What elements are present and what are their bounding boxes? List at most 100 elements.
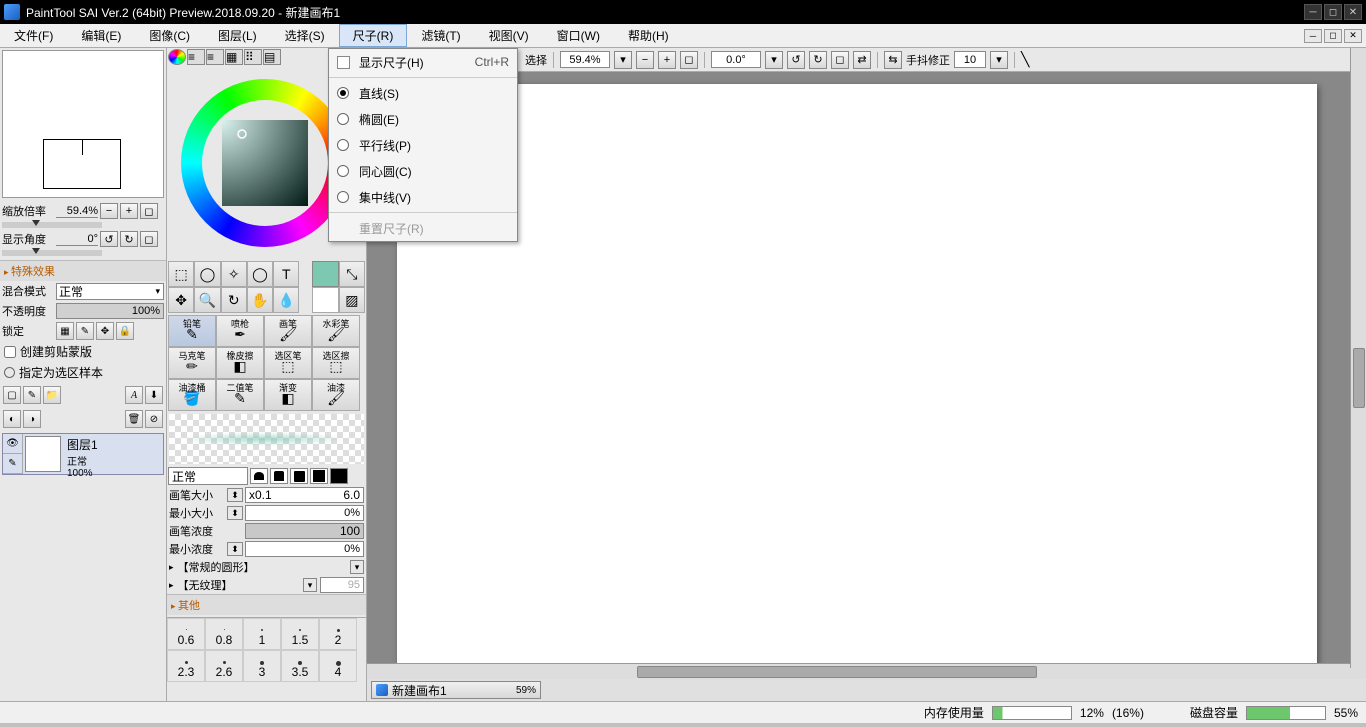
- layer-item[interactable]: 👁 ✎ 图层1 正常 100%: [2, 433, 164, 475]
- canvas[interactable]: [397, 84, 1317, 663]
- brush-paint[interactable]: 油漆🖌: [312, 379, 360, 411]
- transform-button[interactable]: A: [125, 386, 143, 404]
- lock-pixels-button[interactable]: ▦: [56, 322, 74, 340]
- brush-watercolor[interactable]: 水彩笔🖌: [312, 315, 360, 347]
- delete-layer-button[interactable]: 🗑: [125, 410, 143, 428]
- angle-slider[interactable]: [2, 250, 102, 256]
- size-pressure-icon[interactable]: ⬍: [227, 488, 243, 502]
- brush-binary[interactable]: 二值笔✎: [216, 379, 264, 411]
- angle-dropdown[interactable]: ▾: [765, 51, 783, 69]
- rotate-ccw-button[interactable]: ↺: [100, 231, 118, 247]
- menu-view[interactable]: 视图(V): [475, 24, 543, 47]
- brush-selerase[interactable]: 选区擦⬚: [312, 347, 360, 379]
- lock-all-button[interactable]: 🔒: [116, 322, 134, 340]
- toolbar-undo-redo-icon[interactable]: ⇆: [884, 51, 902, 69]
- brush-tip-4[interactable]: [310, 468, 328, 484]
- brush-bucket[interactable]: 油漆桶🪣: [168, 379, 216, 411]
- background-color[interactable]: [312, 287, 338, 313]
- document-tab[interactable]: 新建画布1 59%: [371, 681, 541, 699]
- menu-select[interactable]: 选择(S): [271, 24, 339, 47]
- size-cell[interactable]: 2.6: [205, 650, 243, 682]
- tool-rotate[interactable]: ↻: [221, 287, 247, 313]
- size-cell[interactable]: 4: [319, 650, 357, 682]
- dropdown-show-ruler[interactable]: 显示尺子(H) Ctrl+R: [329, 49, 517, 75]
- min-size-value[interactable]: 0%: [245, 505, 364, 521]
- new-layer-button[interactable]: ▢: [3, 386, 21, 404]
- min-density-value[interactable]: 0%: [245, 541, 364, 557]
- mdi-minimize[interactable]: ─: [1304, 29, 1322, 43]
- color-hsv-tab[interactable]: ≡: [206, 49, 224, 65]
- brush-pencil[interactable]: 铅笔✎: [168, 315, 216, 347]
- new-folder-button[interactable]: 📁: [43, 386, 61, 404]
- tool-rect-select[interactable]: ⬚: [168, 261, 194, 287]
- rotate-reset-button[interactable]: ◻: [140, 231, 158, 247]
- mask-button[interactable]: ◐: [3, 410, 21, 428]
- tool-text[interactable]: T: [273, 261, 299, 287]
- lock-move-button[interactable]: ✥: [96, 322, 114, 340]
- tool-zoom[interactable]: 🔍: [194, 287, 220, 313]
- menu-ruler[interactable]: 尺子(R): [339, 24, 408, 47]
- rotate-cw-button[interactable]: ↻: [120, 231, 138, 247]
- close-button[interactable]: ✕: [1344, 4, 1362, 20]
- zoom-in-button[interactable]: +: [120, 203, 138, 219]
- color-scratchpad-tab[interactable]: ▤: [263, 49, 281, 65]
- brush-tip-3[interactable]: [290, 468, 308, 484]
- texture-preset-dropdown[interactable]: ▾: [303, 578, 317, 592]
- size-cell[interactable]: 3: [243, 650, 281, 682]
- brush-size-value[interactable]: x0.16.0: [245, 487, 364, 503]
- toolbar-zoom-fit[interactable]: ◻: [680, 51, 698, 69]
- mdi-restore[interactable]: ◻: [1324, 29, 1342, 43]
- clear-layer-button[interactable]: ⊘: [145, 410, 163, 428]
- texture-preset-row[interactable]: 【无纹理】 ▾ 95: [167, 576, 366, 594]
- color-swatches-tab[interactable]: ⠿: [244, 49, 262, 65]
- toolbar-rotate-ccw[interactable]: ↺: [787, 51, 805, 69]
- dropdown-line[interactable]: 直线(S): [329, 80, 517, 106]
- minimize-button[interactable]: ─: [1304, 4, 1322, 20]
- brush-brush[interactable]: 画笔🖌: [264, 315, 312, 347]
- brush-tip-5[interactable]: [330, 468, 348, 484]
- stabilizer-input[interactable]: [954, 51, 986, 68]
- dropdown-radial[interactable]: 集中线(V): [329, 184, 517, 210]
- menu-image[interactable]: 图像(C): [135, 24, 204, 47]
- dropdown-concentric[interactable]: 同心圆(C): [329, 158, 517, 184]
- opacity-slider[interactable]: 100%: [56, 303, 164, 319]
- menu-edit[interactable]: 编辑(E): [67, 24, 135, 47]
- horizontal-scrollbar[interactable]: [367, 663, 1366, 679]
- tool-eyedropper[interactable]: 💧: [273, 287, 299, 313]
- brush-tip-2[interactable]: [270, 468, 288, 484]
- layer-visible-icon[interactable]: 👁: [3, 434, 22, 454]
- other-header[interactable]: 其他: [167, 594, 366, 615]
- shape-preset-row[interactable]: 【常规的圆形】 ▾: [167, 558, 366, 576]
- toolbar-rotate-reset[interactable]: ◻: [831, 51, 849, 69]
- menu-layer[interactable]: 图层(L): [204, 24, 271, 47]
- merge-button[interactable]: ⬇: [145, 386, 163, 404]
- size-cell[interactable]: 1.5: [281, 618, 319, 650]
- size-cell[interactable]: 2: [319, 618, 357, 650]
- tool-lasso[interactable]: ◯: [194, 261, 220, 287]
- tool-magic-wand[interactable]: ✧: [221, 261, 247, 287]
- stabilizer-dropdown[interactable]: ▾: [990, 51, 1008, 69]
- size-cell[interactable]: 3.5: [281, 650, 319, 682]
- zoom-input[interactable]: [560, 51, 610, 68]
- zoom-reset-button[interactable]: ◻: [140, 203, 158, 219]
- new-linework-button[interactable]: ✎: [23, 386, 41, 404]
- menu-file[interactable]: 文件(F): [0, 24, 67, 47]
- tool-shape[interactable]: ◯: [247, 261, 273, 287]
- shape-preset-dropdown[interactable]: ▾: [350, 560, 364, 574]
- brush-blend-select[interactable]: 正常: [168, 467, 248, 485]
- brush-gradient[interactable]: 渐变◧: [264, 379, 312, 411]
- size-cell[interactable]: 1: [243, 618, 281, 650]
- apply-mask-button[interactable]: ◑: [23, 410, 41, 428]
- tool-hand[interactable]: ✋: [247, 287, 273, 313]
- zoom-out-button[interactable]: −: [100, 203, 118, 219]
- angle-input[interactable]: [711, 51, 761, 68]
- mdi-close[interactable]: ✕: [1344, 29, 1362, 43]
- toolbar-zoom-out[interactable]: −: [636, 51, 654, 69]
- layer-edit-icon[interactable]: ✎: [3, 454, 22, 474]
- density-value[interactable]: 100: [245, 523, 364, 539]
- color-wheel-tab[interactable]: [168, 49, 186, 65]
- dropdown-ellipse[interactable]: 椭圆(E): [329, 106, 517, 132]
- select-source-radio[interactable]: [4, 367, 15, 378]
- toolbar-zoom-in[interactable]: +: [658, 51, 676, 69]
- menu-filter[interactable]: 滤镜(T): [407, 24, 474, 47]
